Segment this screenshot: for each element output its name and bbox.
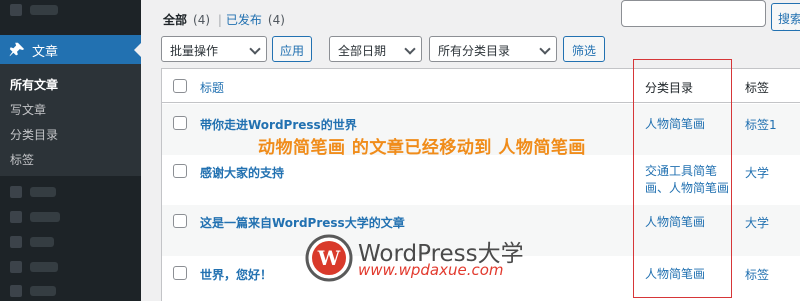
submenu-tags[interactable]: 标签 <box>10 151 34 168</box>
view-separator: | <box>217 13 222 27</box>
blurred-menu-item[interactable] <box>30 237 54 247</box>
apply-button[interactable]: 应用 <box>272 36 312 62</box>
post-title-link[interactable]: 感谢大家的支持 <box>200 164 284 181</box>
blurred-menu-icon <box>10 236 22 248</box>
move-notice: 动物简笔画 的文章已经移动到 人物简笔画 <box>258 138 586 158</box>
submenu-categories[interactable]: 分类目录 <box>10 126 58 143</box>
submenu-all-posts[interactable]: 所有文章 <box>10 76 58 93</box>
row-checkbox[interactable] <box>173 266 187 280</box>
chevron-down-icon <box>249 43 261 55</box>
blurred-menu-icon <box>10 261 22 273</box>
bulk-action-value: 批量操作 <box>170 44 219 58</box>
search-input[interactable] <box>621 0 766 27</box>
view-all-count: (4) <box>193 13 211 27</box>
bulk-action-select[interactable]: 批量操作 <box>161 36 267 62</box>
blurred-menu-icon <box>10 4 22 16</box>
post-title-link[interactable]: 带你走进WordPress的世界 <box>200 116 357 133</box>
row-checkbox[interactable] <box>173 164 187 178</box>
menu-posts-label: 文章 <box>32 45 59 60</box>
blurred-menu-icon <box>10 186 22 198</box>
submenu-new-post[interactable]: 写文章 <box>10 101 46 118</box>
row-checkbox[interactable] <box>173 214 187 228</box>
blurred-menu-item[interactable] <box>30 212 60 222</box>
column-title-header[interactable]: 标题 <box>200 79 224 96</box>
post-tag-link[interactable]: 大学 <box>745 214 769 231</box>
view-published[interactable]: 已发布 <box>226 13 262 27</box>
svg-text:W: W <box>317 246 341 270</box>
row-checkbox[interactable] <box>173 116 187 130</box>
category-filter-value: 所有分类目录 <box>438 44 511 58</box>
chevron-down-icon <box>539 43 551 55</box>
date-filter-select[interactable]: 全部日期 <box>329 36 422 62</box>
post-title-link[interactable]: 这是一篇来自WordPress大学的文章 <box>200 214 405 231</box>
admin-sidebar: 文章 所有文章 写文章 分类目录 标签 <box>0 0 141 301</box>
post-tag-link[interactable]: 标签 <box>745 266 769 283</box>
blurred-menu-item[interactable] <box>30 286 56 296</box>
post-title-link[interactable]: 世界，您好！ <box>200 266 272 283</box>
chevron-down-icon <box>404 43 416 55</box>
category-filter-select[interactable]: 所有分类目录 <box>429 36 557 62</box>
blurred-menu-item[interactable] <box>30 187 56 197</box>
column-tags-header: 标签 <box>745 81 770 95</box>
category-column-highlight <box>633 59 732 298</box>
menu-posts[interactable]: 文章 <box>0 35 141 64</box>
view-all[interactable]: 全部 <box>163 13 187 27</box>
post-status-views: 全部 (4) | 已发布 (4) <box>163 11 285 28</box>
view-published-count: (4) <box>267 13 285 27</box>
search-posts-button[interactable]: 搜索文章 <box>771 3 800 31</box>
filter-button[interactable]: 筛选 <box>563 36 605 62</box>
blurred-menu-icon <box>10 285 22 297</box>
date-filter-value: 全部日期 <box>338 44 387 58</box>
post-tag-link[interactable]: 标签1 <box>745 116 777 133</box>
select-all-checkbox[interactable] <box>173 79 187 93</box>
watermark-url: www.wpdaxue.com <box>358 261 504 279</box>
blurred-menu-item[interactable] <box>30 5 58 15</box>
menu-arrow <box>134 43 141 57</box>
blurred-menu-icon <box>10 211 22 223</box>
pushpin-icon <box>9 42 25 57</box>
wordpress-logo-icon: W <box>305 234 353 282</box>
post-tag-link[interactable]: 大学 <box>745 164 769 181</box>
posts-submenu: 所有文章 写文章 分类目录 标签 <box>0 64 141 176</box>
blurred-menu-item[interactable] <box>30 262 58 272</box>
